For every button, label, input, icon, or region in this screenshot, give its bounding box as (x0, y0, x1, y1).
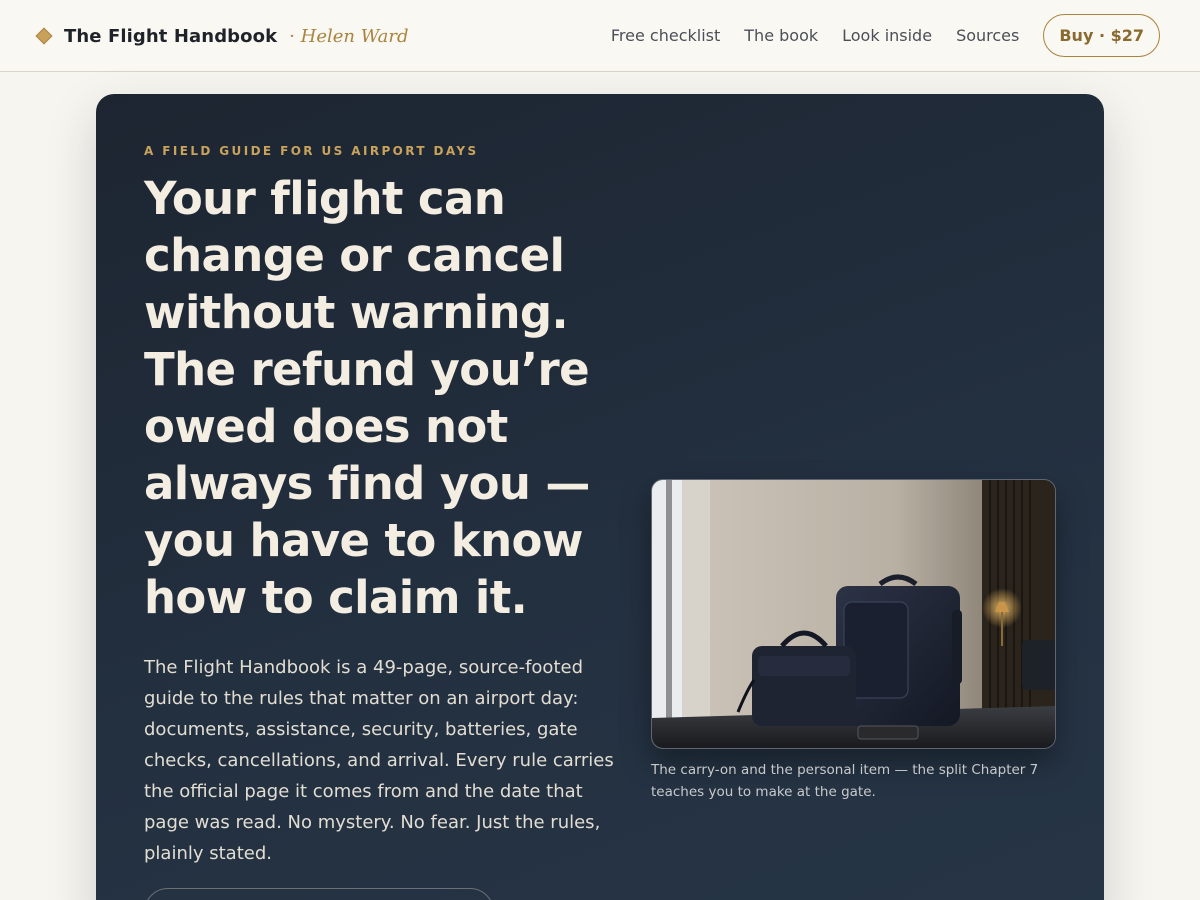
hero-section: A FIELD GUIDE FOR US AIRPORT DAYS Your f… (96, 94, 1104, 900)
image-caption: The carry-on and the personal item — the… (651, 762, 1039, 800)
hero-eyebrow: A FIELD GUIDE FOR US AIRPORT DAYS (144, 144, 479, 158)
site-header: The Flight Handbook · Helen Ward Free ch… (0, 0, 1200, 72)
brand-title: The Flight Handbook (64, 25, 278, 47)
nav-look-inside[interactable]: Look inside (842, 26, 932, 45)
hero-headline: Your flight can change or cancel without… (144, 172, 590, 624)
hero-cta-button[interactable] (144, 888, 494, 900)
diamond-logo-icon (35, 27, 53, 45)
brand[interactable]: The Flight Handbook · Helen Ward (35, 24, 409, 48)
buy-button[interactable]: Buy · $27 (1043, 14, 1160, 57)
nav-sources[interactable]: Sources (956, 26, 1019, 45)
main-nav: Free checklist The book Look inside Sour… (611, 14, 1160, 57)
brand-author: · Helen Ward (289, 25, 409, 47)
hero-description: The Flight Handbook is a 49-page, source… (144, 657, 614, 864)
luggage-photo (651, 479, 1056, 749)
nav-the-book[interactable]: The book (744, 26, 818, 45)
hero-figure: The carry-on and the personal item — the… (651, 479, 1056, 803)
nav-free-checklist[interactable]: Free checklist (611, 26, 720, 45)
